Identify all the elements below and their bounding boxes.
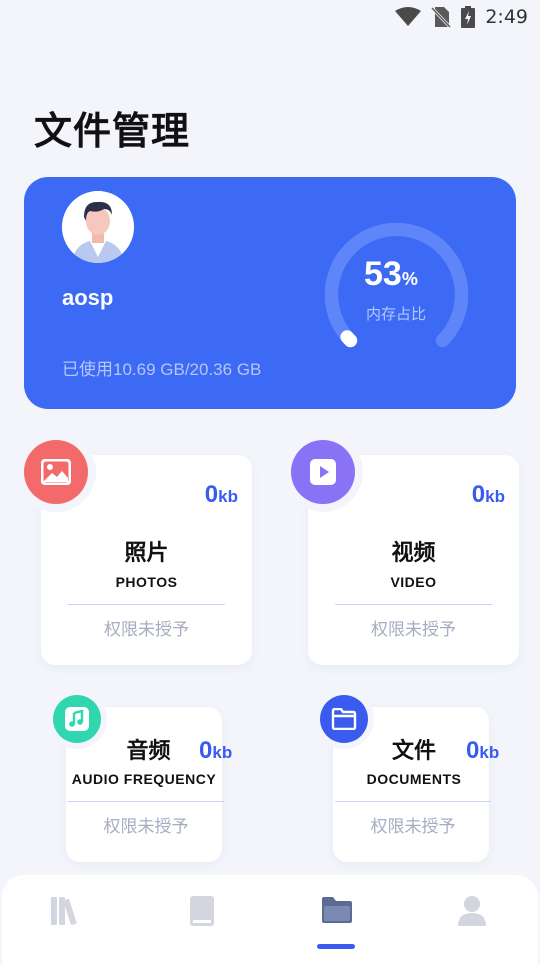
music-note-icon bbox=[65, 707, 89, 731]
play-icon bbox=[310, 459, 336, 485]
category-size-audio: 0kb bbox=[199, 737, 233, 764]
image-icon bbox=[41, 459, 71, 485]
avatar[interactable] bbox=[62, 191, 134, 263]
nav-item-library[interactable] bbox=[36, 895, 96, 945]
category-size: 0kb bbox=[471, 481, 505, 508]
nav-active-indicator bbox=[317, 944, 355, 949]
folder-icon bbox=[331, 708, 357, 730]
nav-item-files[interactable] bbox=[307, 895, 367, 945]
bottom-nav bbox=[2, 875, 538, 965]
nav-item-profile[interactable] bbox=[442, 895, 502, 945]
storage-usage-text: 已使用10.69 GB/20.36 GB bbox=[62, 360, 262, 379]
category-divider bbox=[68, 604, 225, 605]
status-time: 2:49 bbox=[485, 6, 528, 28]
category-divider bbox=[68, 801, 224, 802]
category-size: 0kb bbox=[204, 481, 238, 508]
storage-percent-value: 53 bbox=[364, 255, 402, 293]
category-permission: 权限未授予 bbox=[103, 817, 189, 836]
battery-charging-icon bbox=[461, 6, 476, 28]
person-icon bbox=[458, 896, 486, 926]
username: aosp bbox=[62, 285, 114, 310]
category-subtitle: VIDEO bbox=[390, 574, 437, 590]
book-icon bbox=[190, 896, 214, 926]
category-permission: 权限未授予 bbox=[104, 620, 189, 639]
no-sim-icon bbox=[431, 6, 452, 28]
category-divider bbox=[335, 801, 491, 802]
category-icon-video[interactable] bbox=[291, 440, 355, 504]
category-icon-audio[interactable] bbox=[53, 695, 101, 743]
wifi-icon bbox=[395, 7, 422, 26]
category-icon-documents[interactable] bbox=[320, 695, 368, 743]
category-permission: 权限未授予 bbox=[370, 817, 456, 836]
storage-percent-sign: % bbox=[401, 269, 418, 289]
nav-item-book[interactable] bbox=[172, 895, 232, 945]
category-size-documents: 0kb bbox=[466, 737, 500, 764]
folder-icon bbox=[322, 897, 352, 923]
storage-gauge bbox=[324, 222, 469, 348]
category-icon-photos[interactable] bbox=[24, 440, 88, 504]
avatar-illustration bbox=[62, 191, 134, 263]
page-title: 文件管理 bbox=[34, 111, 191, 153]
storage-percent: 53% bbox=[364, 255, 484, 294]
category-subtitle: AUDIO FREQUENCY bbox=[71, 771, 217, 787]
status-bar: 2:49 bbox=[0, 0, 540, 36]
category-title: 视频 bbox=[391, 540, 436, 565]
category-permission: 权限未授予 bbox=[371, 620, 456, 639]
category-divider bbox=[335, 604, 492, 605]
gauge-progress bbox=[340, 330, 358, 348]
status-icons: 2:49 bbox=[395, 6, 528, 28]
storage-card: aosp 已使用10.69 GB/20.36 GB 53% 内存占比 bbox=[24, 177, 516, 409]
category-subtitle: PHOTOS bbox=[115, 574, 178, 590]
storage-percent-label: 内存占比 bbox=[366, 306, 427, 323]
category-title: 照片 bbox=[124, 540, 169, 565]
library-icon bbox=[51, 897, 77, 926]
category-subtitle: DOCUMENTS bbox=[366, 771, 462, 787]
